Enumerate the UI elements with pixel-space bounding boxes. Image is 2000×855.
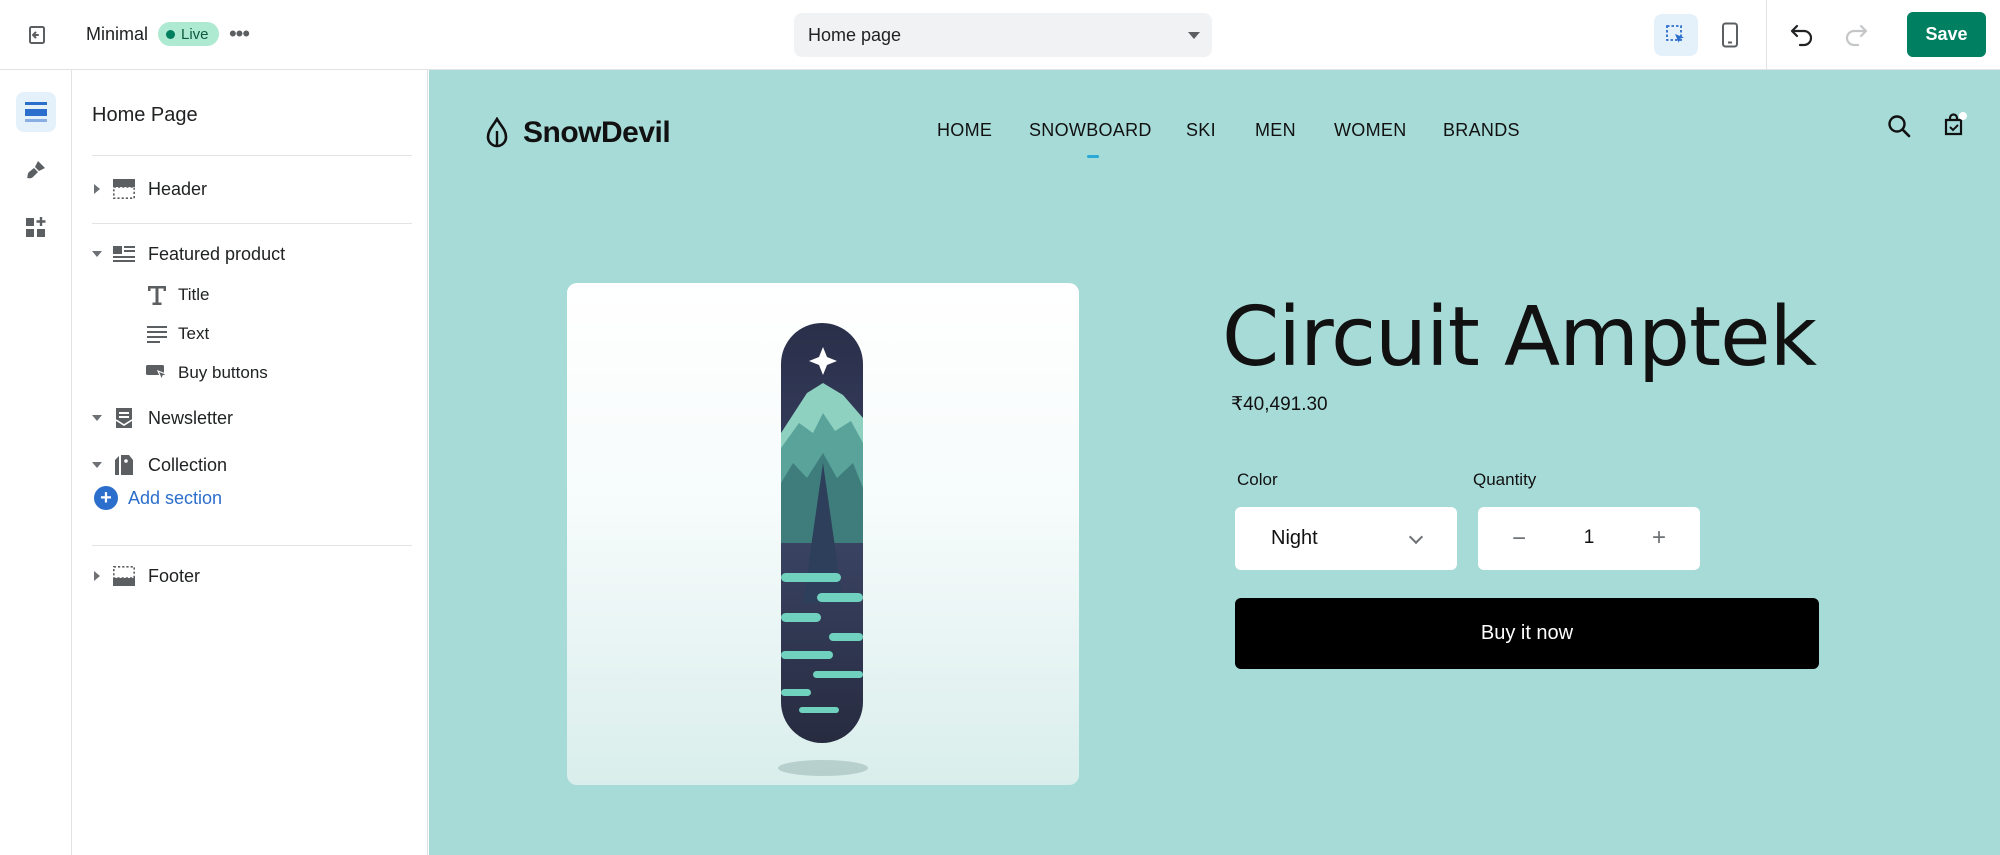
text-lines-icon bbox=[144, 322, 170, 346]
sidebar-divider bbox=[92, 155, 412, 156]
block-text[interactable]: Text bbox=[144, 320, 209, 348]
buy-it-now-button[interactable]: Buy it now bbox=[1235, 598, 1819, 669]
rail-item-theme-settings[interactable] bbox=[16, 150, 56, 190]
collapse-down-icon[interactable] bbox=[90, 247, 104, 261]
block-label: Buy buttons bbox=[178, 363, 268, 382]
chevron-down-icon bbox=[1408, 529, 1424, 545]
quantity-increase-button[interactable]: + bbox=[1652, 524, 1666, 552]
footer-section-icon bbox=[110, 563, 138, 589]
sidebar-title: Home Page bbox=[92, 104, 198, 126]
section-footer[interactable]: Footer bbox=[90, 561, 200, 591]
featured-product-icon bbox=[110, 241, 138, 267]
quantity-label: Quantity bbox=[1473, 470, 1537, 489]
undo-icon bbox=[1790, 24, 1813, 47]
more-actions-button[interactable]: ••• bbox=[226, 20, 252, 48]
header-section-icon bbox=[110, 176, 138, 202]
nav-link-snowboard[interactable]: SNOWBOARD bbox=[1029, 120, 1152, 141]
section-newsletter[interactable]: Newsletter bbox=[90, 403, 233, 433]
sections-icon bbox=[25, 102, 47, 122]
section-label: Featured product bbox=[148, 243, 286, 264]
snowboard-image bbox=[778, 323, 868, 776]
mobile-icon bbox=[1722, 22, 1738, 48]
status-badge-label: Live bbox=[181, 25, 209, 43]
toolbar-divider bbox=[1766, 0, 1767, 70]
sidebar-divider bbox=[92, 545, 412, 546]
block-label: Title bbox=[178, 285, 210, 304]
redo-button[interactable] bbox=[1834, 14, 1878, 56]
block-label: Text bbox=[178, 324, 210, 343]
page-selector-value: Home page bbox=[808, 25, 902, 45]
collection-icon bbox=[110, 452, 138, 478]
section-label: Footer bbox=[148, 565, 201, 586]
page-selector[interactable]: Home page bbox=[794, 13, 1212, 57]
product-title: Circuit Amptek bbox=[1222, 290, 1817, 385]
nav-link-men[interactable]: MEN bbox=[1255, 120, 1296, 141]
section-label: Header bbox=[148, 178, 208, 199]
color-label: Color bbox=[1237, 470, 1278, 489]
search-icon bbox=[1888, 115, 1911, 138]
apps-icon bbox=[26, 217, 46, 237]
select-cursor-icon bbox=[1666, 25, 1684, 43]
active-nav-indicator bbox=[1087, 155, 1099, 158]
search-button[interactable] bbox=[1881, 108, 1917, 144]
top-bar: Minimal Live ••• Home page Save bbox=[0, 0, 2000, 70]
section-collection[interactable]: Collection bbox=[90, 450, 227, 480]
newsletter-icon bbox=[110, 405, 138, 431]
product-price: ₹40,491.30 bbox=[1231, 394, 1328, 415]
paintbrush-icon bbox=[27, 161, 45, 179]
plus-circle-icon: + bbox=[94, 486, 118, 510]
quantity-stepper[interactable]: − 1 + bbox=[1478, 507, 1700, 570]
nav-link-brands[interactable]: BRANDS bbox=[1443, 120, 1520, 141]
section-header[interactable]: Header bbox=[90, 174, 207, 204]
caret-down-icon bbox=[1188, 32, 1200, 39]
exit-icon[interactable] bbox=[20, 18, 54, 52]
inspector-toggle-button[interactable] bbox=[1654, 14, 1698, 56]
nav-link-home[interactable]: HOME bbox=[937, 120, 992, 141]
rail-item-app-embeds[interactable] bbox=[16, 208, 56, 248]
add-section-label: Add section bbox=[128, 487, 223, 508]
store-logo[interactable]: SnowDevil bbox=[485, 116, 671, 150]
collapse-down-icon[interactable] bbox=[90, 411, 104, 425]
block-title[interactable]: Title bbox=[144, 281, 210, 309]
text-title-icon bbox=[144, 283, 170, 307]
quantity-value: 1 bbox=[1583, 527, 1595, 548]
save-button[interactable]: Save bbox=[1907, 12, 1986, 57]
sidebar-divider bbox=[92, 223, 412, 224]
storefront-preview: SnowDevil HOME SNOWBOARD SKI MEN WOMEN B… bbox=[429, 70, 2000, 855]
block-buy-buttons[interactable]: Buy buttons bbox=[144, 359, 268, 387]
cart-button[interactable] bbox=[1937, 108, 1973, 144]
theme-name: Minimal bbox=[86, 24, 149, 44]
collapse-down-icon[interactable] bbox=[90, 458, 104, 472]
mobile-preview-button[interactable] bbox=[1708, 14, 1752, 56]
nav-link-women[interactable]: WOMEN bbox=[1334, 120, 1407, 141]
color-select[interactable]: Night bbox=[1235, 507, 1457, 570]
section-featured-product[interactable]: Featured product bbox=[90, 239, 285, 269]
rail-item-sections[interactable] bbox=[16, 92, 56, 132]
status-badge: Live bbox=[158, 22, 219, 46]
nav-link-ski[interactable]: SKI bbox=[1186, 120, 1216, 141]
undo-button[interactable] bbox=[1780, 14, 1824, 56]
store-brand-name: SnowDevil bbox=[523, 116, 671, 149]
product-image[interactable] bbox=[567, 283, 1079, 785]
redo-icon bbox=[1845, 24, 1868, 47]
left-rail bbox=[0, 70, 72, 855]
live-dot-icon bbox=[166, 29, 175, 39]
expand-right-icon[interactable] bbox=[90, 569, 104, 583]
section-label: Collection bbox=[148, 454, 228, 475]
add-section-button[interactable]: + Add section bbox=[94, 486, 222, 510]
buy-button-icon bbox=[144, 361, 170, 385]
sections-sidebar: Home Page Header Featured product Title … bbox=[72, 70, 428, 855]
cart-icon bbox=[1944, 112, 1967, 136]
expand-right-icon[interactable] bbox=[90, 182, 104, 196]
flame-logo-icon bbox=[486, 117, 508, 148]
color-select-value: Night bbox=[1271, 527, 1318, 549]
section-label: Newsletter bbox=[148, 407, 234, 428]
